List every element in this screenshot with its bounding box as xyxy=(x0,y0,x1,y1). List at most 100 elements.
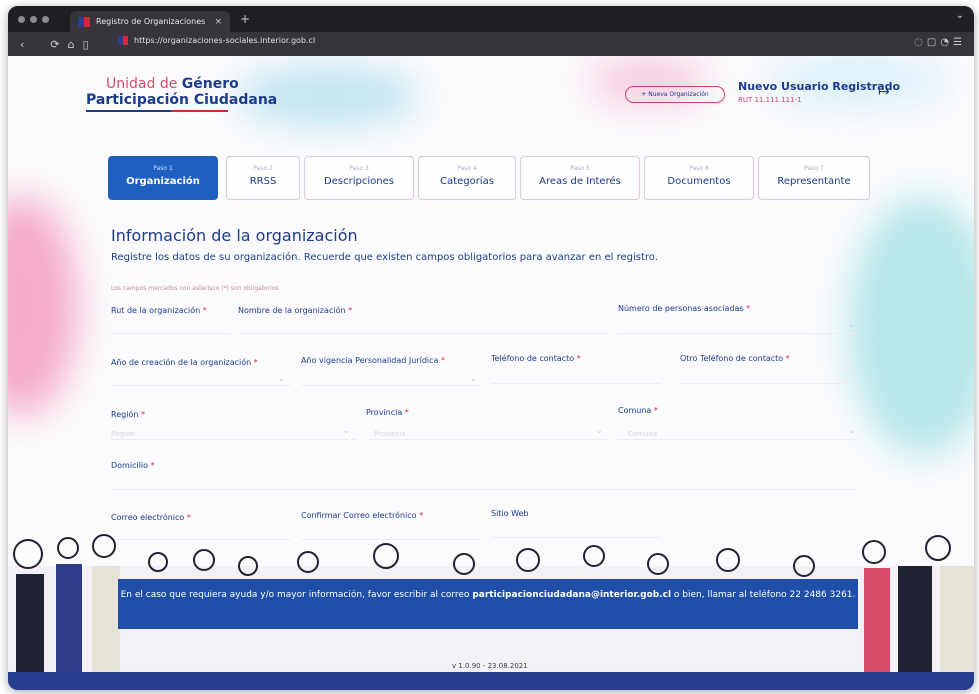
provincia-select[interactable] xyxy=(366,426,608,440)
anio-vigencia-label: Año vigencia Personalidad Jurídica * xyxy=(301,356,445,365)
region-select[interactable] xyxy=(111,426,356,440)
required-asterisk: * xyxy=(186,513,191,522)
logo-line2: Participación Ciudadana xyxy=(86,92,278,108)
minimize-window-icon[interactable] xyxy=(30,16,37,23)
nombre-label-text: Nombre de la organización xyxy=(238,306,346,315)
browser-actions-icons[interactable]: ◌▢◔☰ xyxy=(914,37,966,48)
step-number: Paso 4 xyxy=(457,165,477,172)
step-documentos[interactable]: Paso 6 Documentos xyxy=(644,156,754,200)
reload-icon[interactable]: ⟳ xyxy=(50,38,59,51)
required-asterisk: * xyxy=(404,408,409,417)
personas-label: Número de personas asociadas * xyxy=(618,304,750,313)
required-asterisk: * xyxy=(746,304,751,313)
step-descripciones[interactable]: Paso 3 Descripciones xyxy=(304,156,414,200)
new-tab-button[interactable]: + xyxy=(240,12,250,26)
site-favicon-icon xyxy=(118,36,128,45)
logo-prefix: Unidad de xyxy=(106,76,178,92)
address-bar[interactable]: https://organizaciones-sociales.interior… xyxy=(118,36,315,45)
anio-creacion-label: Año de creación de la organización * xyxy=(111,358,258,367)
required-asterisk: * xyxy=(202,306,207,315)
required-asterisk: * xyxy=(785,354,790,363)
required-asterisk: * xyxy=(441,356,445,365)
comuna-select[interactable] xyxy=(618,426,858,440)
chevron-down-icon[interactable]: ⌄ xyxy=(470,374,477,383)
anio-creacion-label-text: Año de creación de la organización xyxy=(111,358,252,367)
tab-title: Registro de Organizaciones xyxy=(96,17,206,26)
step-number: Paso 6 xyxy=(689,165,709,172)
section-title: Información de la organización xyxy=(111,226,358,245)
help-banner: En el caso que requiera ayuda y/o mayor … xyxy=(118,579,858,629)
step-representante[interactable]: Paso 7 Representante xyxy=(758,156,870,200)
browser-toolbar: ‹ ⟳ ⌂ ▯ https://organizaciones-sociales.… xyxy=(8,32,974,56)
chevron-down-icon[interactable]: ⌄ xyxy=(596,426,603,435)
bookmark-icon[interactable]: ▯ xyxy=(83,38,89,51)
user-rut: RUT 11.111.111-1 xyxy=(738,96,802,104)
browser-tab[interactable]: Registro de Organizaciones × xyxy=(70,11,230,32)
required-asterisk: * xyxy=(419,511,424,520)
page-footer xyxy=(8,674,974,690)
domicilio-label: Domicilio * xyxy=(111,461,155,470)
close-window-icon[interactable] xyxy=(18,16,25,23)
section-subtitle: Registre los datos de su organización. R… xyxy=(111,252,658,263)
required-asterisk: * xyxy=(653,406,658,415)
browser-window: Registro de Organizaciones × + ⌄ ‹ ⟳ ⌂ ▯… xyxy=(8,6,974,690)
chevron-down-icon[interactable]: ⌄ xyxy=(848,320,855,329)
correo-label: Correo electrónico * xyxy=(111,513,191,522)
step-number: Paso 3 xyxy=(349,165,369,172)
comuna-label: Comuna * xyxy=(618,406,658,415)
personas-select[interactable] xyxy=(618,320,858,334)
telefono-input[interactable] xyxy=(491,370,661,384)
favicon-icon xyxy=(78,16,90,27)
anio-creacion-select[interactable] xyxy=(111,372,291,386)
correo-label-text: Correo electrónico xyxy=(111,513,185,522)
provincia-label: Provincia * xyxy=(366,408,409,417)
step-label: Descripciones xyxy=(324,176,394,187)
nombre-input[interactable] xyxy=(238,320,608,334)
otro-telefono-label-text: Otro Teléfono de contacto xyxy=(680,354,784,363)
domicilio-label-text: Domicilio xyxy=(111,461,149,470)
anio-vigencia-select[interactable] xyxy=(301,372,481,386)
step-areas-interes[interactable]: Paso 5 Areas de Interés xyxy=(520,156,640,200)
step-categorias[interactable]: Paso 4 Categorías xyxy=(418,156,516,200)
chevron-down-icon[interactable]: ⌄ xyxy=(343,426,350,435)
chevron-down-icon[interactable]: ⌄ xyxy=(278,374,285,383)
decor-splash xyxy=(848,196,974,456)
logout-icon[interactable]: ↦ xyxy=(878,84,890,100)
step-label: Representante xyxy=(777,176,851,187)
step-number: Paso 5 xyxy=(570,165,590,172)
maximize-window-icon[interactable] xyxy=(42,16,49,23)
home-icon[interactable]: ⌂ xyxy=(68,38,75,51)
anio-vigencia-label-text: Año vigencia Personalidad Jurídica xyxy=(301,356,439,365)
logo-underline xyxy=(86,110,228,112)
step-organizacion[interactable]: Paso 1 Organización xyxy=(108,156,218,200)
required-asterisk: * xyxy=(253,358,258,367)
tab-close-icon[interactable]: × xyxy=(214,17,222,27)
help-text-before: En el caso que requiera ayuda y/o mayor … xyxy=(120,590,470,600)
required-asterisk: * xyxy=(150,461,155,470)
step-label: Areas de Interés xyxy=(539,176,621,187)
region-label: Región * xyxy=(111,410,145,419)
new-organization-button[interactable]: + Nueva Organización xyxy=(625,86,725,103)
site-logo[interactable]: Unidad de Género Participación Ciudadana xyxy=(86,76,277,112)
logo-bold: Género xyxy=(181,76,239,92)
chevron-down-icon[interactable]: ⌄ xyxy=(848,426,855,435)
step-number: Paso 1 xyxy=(153,165,173,172)
domicilio-input[interactable] xyxy=(111,476,858,490)
user-name: Nuevo Usuario Registrado xyxy=(738,80,901,93)
telefono-label-text: Teléfono de contacto xyxy=(491,354,575,363)
url-text[interactable]: https://organizaciones-sociales.interior… xyxy=(134,36,315,45)
nombre-label: Nombre de la organización * xyxy=(238,306,352,315)
rut-label: Rut de la organización * xyxy=(111,306,207,315)
back-icon[interactable]: ‹ xyxy=(20,38,24,51)
comuna-label-text: Comuna xyxy=(618,406,652,415)
sitio-web-label-text: Sitio Web xyxy=(491,509,529,518)
tab-bar: Registro de Organizaciones × + ⌄ xyxy=(8,6,974,32)
rut-input[interactable] xyxy=(111,320,231,334)
provincia-label-text: Provincia xyxy=(366,408,403,417)
required-asterisk: * xyxy=(140,410,145,419)
help-email-link[interactable]: participacionciudadana@interior.gob.cl xyxy=(472,590,671,600)
otro-telefono-input[interactable] xyxy=(680,370,858,384)
tab-list-chevron-icon[interactable]: ⌄ xyxy=(956,10,964,21)
step-rrss[interactable]: Paso 2 RRSS xyxy=(226,156,300,200)
required-asterisk: * xyxy=(576,354,581,363)
